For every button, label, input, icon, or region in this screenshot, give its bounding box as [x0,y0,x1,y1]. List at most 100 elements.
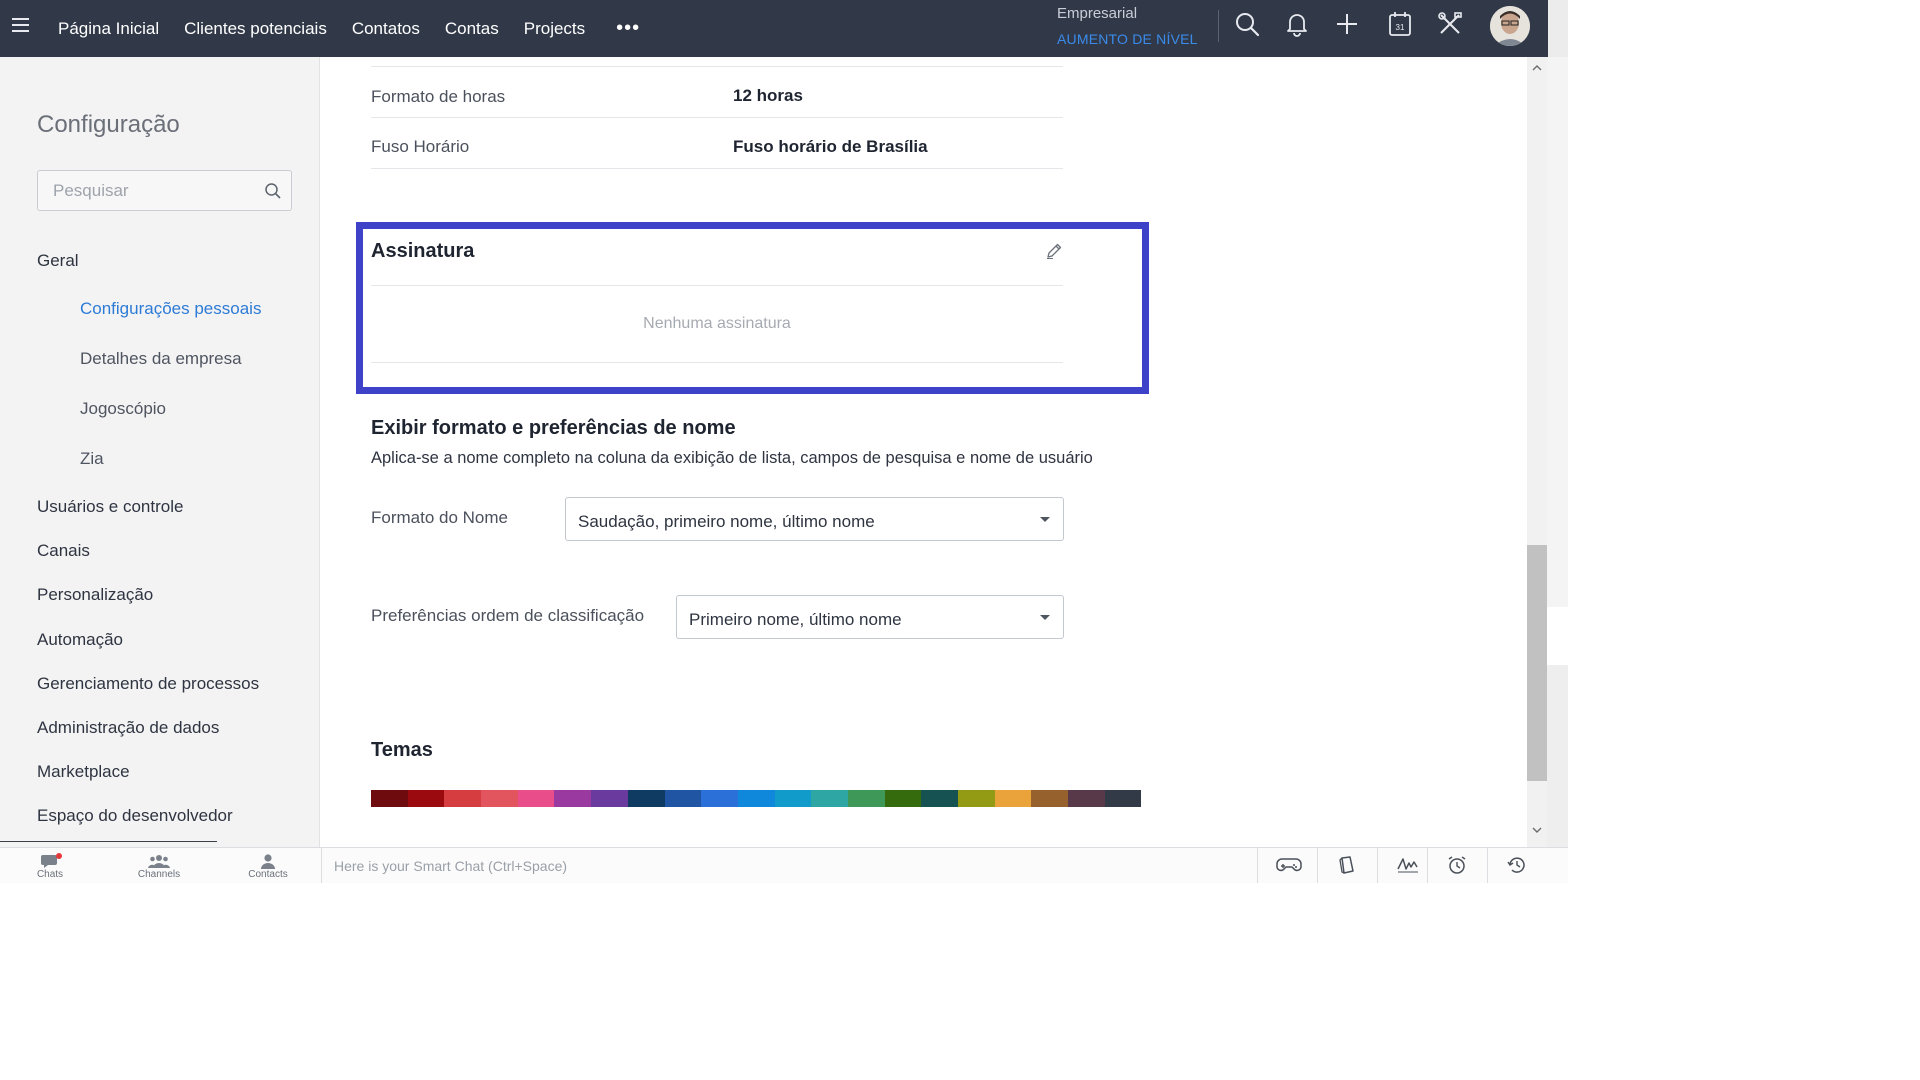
sidebar-title: Configuração [37,111,180,138]
scroll-down-icon[interactable] [1532,825,1542,835]
nav-projects[interactable]: Projects [524,19,585,39]
name-format-value: Saudação, primeiro nome, último nome [578,512,875,531]
theme-swatch-10[interactable] [701,790,738,807]
bottom-tool-history[interactable] [1487,848,1548,883]
sidebar-item-channels[interactable]: Canais [37,541,90,561]
group-icon [148,855,170,868]
nav-contacts[interactable]: Contatos [352,19,420,39]
scroll-thumb[interactable] [1527,545,1547,781]
signature-highlight-box [356,222,1149,394]
sort-order-select[interactable]: Primeiro nome, último nome [676,595,1064,639]
alarm-clock-icon [1448,856,1466,874]
edition-name: Empresarial [1057,5,1138,22]
search-icon[interactable] [1233,10,1261,38]
search-icon[interactable] [264,182,282,200]
time-format-value[interactable]: 12 horas [733,86,803,106]
nav-leads[interactable]: Clientes potenciais [184,19,327,39]
sidebar-search[interactable] [37,170,292,211]
user-avatar[interactable] [1490,6,1530,46]
theme-swatch-17[interactable] [958,790,995,807]
timezone-value[interactable]: Fuso horário de Brasília [733,137,928,157]
theme-swatch-8[interactable] [627,790,665,807]
theme-swatch-11[interactable] [737,790,775,807]
themes-title: Temas [371,739,433,761]
scroll-up-icon[interactable] [1532,63,1542,73]
theme-swatch-20[interactable] [1068,790,1105,807]
bottom-tool-notes[interactable] [1317,848,1378,883]
calendar-icon[interactable]: 31 [1386,10,1414,38]
sidebar-item-customization[interactable]: Personalização [37,585,153,605]
theme-swatch-1[interactable] [371,790,408,807]
sort-order-label: Preferências ordem de classificação [371,606,645,625]
theme-swatch-12[interactable] [774,790,812,807]
nav-more-icon[interactable]: ••• [616,17,640,40]
bottom-chats[interactable]: Chats [20,850,80,880]
page-edge-strip [1547,57,1568,847]
theme-swatch-6[interactable] [554,790,592,807]
top-navigation-bar: Página Inicial Clientes potenciais Conta… [0,0,1548,57]
bottom-tool-alarm[interactable] [1427,848,1488,883]
hamburger-menu-icon[interactable] [12,18,29,32]
bell-icon[interactable] [1283,10,1311,38]
sidebar-item-users-control[interactable]: Usuários e controle [37,497,183,517]
sidebar-item-company-details[interactable]: Detalhes da empresa [80,349,242,369]
signature-icon [1397,858,1418,873]
nav-home[interactable]: Página Inicial [58,19,159,39]
theme-swatch-3[interactable] [444,790,482,807]
row-divider [371,117,1063,118]
sidebar-item-general[interactable]: Geral [37,251,79,271]
signature-empty-text: Nenhuma assinatura [643,315,791,332]
pencil-edit-icon[interactable] [1045,242,1063,260]
contacts-label: Contacts [248,869,288,880]
sidebar-bottom-divider [0,841,217,842]
theme-swatch-19[interactable] [1031,790,1069,807]
theme-swatch-4[interactable] [481,790,518,807]
sidebar-item-developer-space[interactable]: Espaço do desenvolvedor [37,806,233,826]
theme-swatch-14[interactable] [847,790,885,807]
theme-swatch-9[interactable] [664,790,702,807]
smart-chat-bar[interactable] [321,848,1257,883]
sidebar-item-automation[interactable]: Automação [37,630,123,650]
signature-divider [371,362,1063,363]
nav-accounts[interactable]: Contas [445,19,499,39]
topbar-edge [1548,0,1568,57]
theme-swatch-21[interactable] [1104,790,1142,807]
chevron-down-icon [1040,517,1050,522]
sidebar-item-personal-settings[interactable]: Configurações pessoais [80,299,261,319]
name-format-select[interactable]: Saudação, primeiro nome, último nome [565,497,1064,541]
theme-swatch-15[interactable] [884,790,922,807]
bottom-tool-game[interactable] [1257,848,1318,883]
theme-swatch-16[interactable] [921,790,958,807]
sticky-note-icon [1339,856,1354,874]
sidebar-search-input[interactable] [51,180,255,202]
sidebar-item-zia[interactable]: Zia [80,449,104,469]
theme-swatch-5[interactable] [517,790,555,807]
person-icon [261,854,275,869]
sort-order-value: Primeiro nome, último nome [689,610,902,629]
chevron-down-icon [1040,615,1050,620]
name-format-label: Formato do Nome [371,508,508,527]
bottom-channels[interactable]: Channels [129,850,189,880]
content-scrollbar[interactable] [1527,57,1547,847]
row-divider [371,66,1063,67]
sidebar-item-data-administration[interactable]: Administração de dados [37,718,219,738]
upgrade-link[interactable]: AUMENTO DE NÍVEL [1057,31,1198,47]
bottom-bar: Chats Channels Contacts [0,847,1568,883]
sidebar-item-gamescope[interactable]: Jogoscópio [80,399,166,419]
sidebar-item-process-management[interactable]: Gerenciamento de processos [37,674,259,694]
theme-swatch-7[interactable] [591,790,628,807]
smart-chat-input[interactable] [332,857,936,875]
tools-icon[interactable] [1436,10,1464,38]
plus-icon[interactable] [1333,10,1361,38]
channels-label: Channels [137,869,181,880]
row-divider [371,168,1063,169]
bottom-contacts[interactable]: Contacts [238,850,298,880]
signature-title: Assinatura [371,240,475,262]
theme-swatch-2[interactable] [407,790,445,807]
signature-divider [371,285,1063,286]
timezone-label: Fuso Horário [371,137,470,156]
edition-info: Empresarial AUMENTO DE NÍVEL [1057,5,1198,47]
sidebar-item-marketplace[interactable]: Marketplace [37,762,130,782]
theme-swatch-18[interactable] [994,790,1032,807]
theme-swatch-13[interactable] [811,790,848,807]
